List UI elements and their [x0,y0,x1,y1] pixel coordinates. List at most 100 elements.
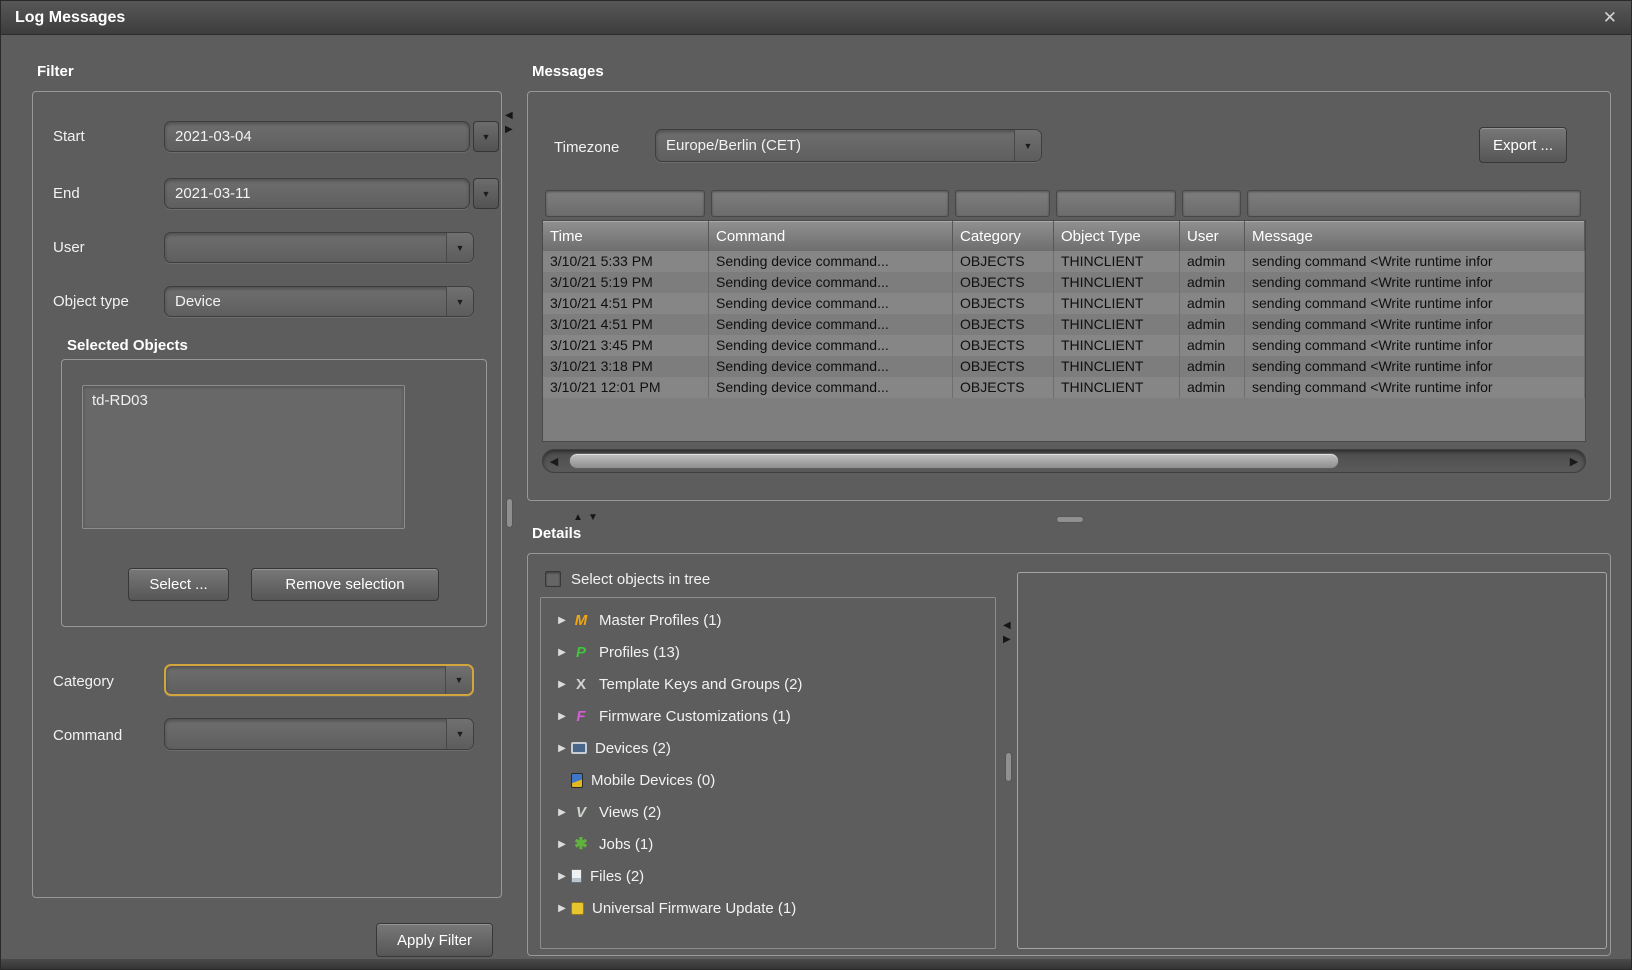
scroll-right-icon[interactable]: ▶ [1563,450,1585,472]
command-combo[interactable]: ▼ [164,718,474,750]
tree-item-profiles[interactable]: ▶Profiles (13) [553,636,995,668]
expand-arrow-icon[interactable]: ▶ [553,647,571,658]
tree-item-universal-firmware-update[interactable]: ▶ Universal Firmware Update (1) [553,892,995,924]
tree-splitter-collapse-left-icon[interactable]: ◀ [1003,621,1011,631]
expand-arrow-icon[interactable]: ▶ [553,839,571,850]
end-date-combo[interactable]: 2021-03-11 [164,178,470,209]
column-header[interactable]: User [1180,221,1245,251]
tree-item-files[interactable]: ▶ Files (2) [553,860,995,892]
column-filter-cell [952,187,1053,220]
tree-item-label: Template Keys and Groups (2) [599,676,802,693]
horizontal-scrollbar[interactable]: ◀ ▶ [542,449,1586,473]
select-objects-button-label: Select ... [149,576,207,593]
column-header[interactable]: Category [953,221,1054,251]
column-filter-input[interactable] [1056,190,1176,217]
end-date-value: 2021-03-11 [175,185,251,202]
start-date-dropdown-button[interactable]: ▼ [473,121,499,152]
scroll-left-icon[interactable]: ◀ [543,450,565,472]
column-header[interactable]: Object Type [1054,221,1180,251]
filter-title: Filter [37,63,74,80]
table-cell: sending command <Write runtime infor [1245,356,1585,377]
vertical-splitter-handle[interactable] [507,499,512,527]
table-cell: THINCLIENT [1054,314,1180,335]
tree-item-label: Universal Firmware Update (1) [592,900,796,917]
tree-item-devices[interactable]: ▶Devices (2) [553,732,995,764]
table-row[interactable]: 3/10/21 5:33 PMSending device command...… [543,251,1585,272]
select-objects-in-tree-checkbox[interactable] [545,571,561,587]
chevron-down-icon: ▼ [446,233,473,262]
user-combo[interactable]: ▼ [164,232,474,263]
remove-selection-button[interactable]: Remove selection [251,568,439,601]
chevron-down-icon: ▼ [1014,130,1041,161]
expand-arrow-icon[interactable]: ▶ [553,711,571,722]
messages-title: Messages [532,63,604,80]
table-row[interactable]: 3/10/21 5:19 PMSending device command...… [543,272,1585,293]
tree-splitter-expand-right-icon[interactable]: ▶ [1003,635,1011,645]
column-filter-cell [708,187,952,220]
expand-arrow-icon[interactable]: ▶ [553,679,571,690]
selected-objects-list[interactable]: td-RD03 [82,385,405,529]
table-cell: THINCLIENT [1054,335,1180,356]
expand-arrow-icon[interactable]: ▶ [553,615,571,626]
close-icon[interactable]: ✕ [1603,8,1617,28]
tree-splitter-handle[interactable] [1006,753,1011,781]
splitter-expand-down-icon[interactable]: ▼ [588,513,598,523]
table-row[interactable]: 3/10/21 12:01 PMSending device command..… [543,377,1585,398]
table-cell: sending command <Write runtime infor [1245,272,1585,293]
column-header[interactable]: Command [709,221,953,251]
table-cell: 3/10/21 4:51 PM [543,314,709,335]
table-cell: Sending device command... [709,377,953,398]
table-filter-row [542,187,1586,220]
column-header[interactable]: Message [1245,221,1585,251]
horizontal-splitter-handle[interactable] [1057,517,1083,522]
expand-arrow-icon[interactable]: ▶ [553,807,571,818]
category-combo[interactable]: ▼ [164,664,474,696]
table-row[interactable]: 3/10/21 3:18 PMSending device command...… [543,356,1585,377]
jobs-icon [571,835,591,853]
start-date-combo[interactable]: 2021-03-04 [164,121,470,152]
expand-arrow-icon[interactable]: ▶ [553,871,571,882]
table-row[interactable]: 3/10/21 3:45 PMSending device command...… [543,335,1585,356]
chevron-down-icon: ▼ [482,132,491,142]
selected-object-item[interactable]: td-RD03 [83,386,404,415]
tree-item-master-profiles[interactable]: ▶Master Profiles (1) [553,604,995,636]
scrollbar-thumb[interactable] [569,453,1339,469]
table-cell: Sending device command... [709,314,953,335]
tree-item-mobile-devices[interactable]: Mobile Devices (0) [553,764,995,796]
details-title: Details [532,525,581,542]
column-filter-input[interactable] [1247,190,1581,217]
table-cell: Sending device command... [709,293,953,314]
timezone-label: Timezone [554,139,619,156]
message-detail-text-area[interactable] [1017,572,1607,949]
column-filter-input[interactable] [545,190,705,217]
expand-arrow-icon[interactable]: ▶ [553,903,571,914]
object-tree: ▶Master Profiles (1)▶Profiles (13)▶Templ… [540,597,996,949]
tree-item-label: Files (2) [590,868,644,885]
table-cell: admin [1180,335,1245,356]
object-type-combo[interactable]: Device ▼ [164,286,474,317]
column-filter-input[interactable] [955,190,1050,217]
column-filter-input[interactable] [711,190,949,217]
column-header[interactable]: Time [543,221,709,251]
table-body: 3/10/21 5:33 PMSending device command...… [543,251,1585,398]
tree-item-firmware-customizations[interactable]: ▶Firmware Customizations (1) [553,700,995,732]
table-row[interactable]: 3/10/21 4:51 PMSending device command...… [543,293,1585,314]
chevron-down-icon: ▼ [446,287,473,316]
devices-icon [571,742,587,754]
tree-item-views[interactable]: ▶Views (2) [553,796,995,828]
select-objects-button[interactable]: Select ... [128,568,229,601]
column-filter-input[interactable] [1182,190,1241,217]
splitter-collapse-up-icon[interactable]: ▲ [573,513,583,523]
splitter-expand-right-icon[interactable]: ▶ [505,125,513,135]
timezone-combo[interactable]: Europe/Berlin (CET) ▼ [655,129,1042,162]
expand-arrow-icon[interactable]: ▶ [553,743,571,754]
apply-filter-button[interactable]: Apply Filter [376,923,493,957]
column-filter-cell [1244,187,1584,220]
tree-item-jobs[interactable]: ▶Jobs (1) [553,828,995,860]
splitter-collapse-left-icon[interactable]: ◀ [505,111,513,121]
table-header-row: TimeCommandCategoryObject TypeUserMessag… [543,221,1585,251]
end-date-dropdown-button[interactable]: ▼ [473,178,499,209]
export-button[interactable]: Export ... [1479,127,1567,163]
table-row[interactable]: 3/10/21 4:51 PMSending device command...… [543,314,1585,335]
tree-item-template-keys[interactable]: ▶ Template Keys and Groups (2) [553,668,995,700]
